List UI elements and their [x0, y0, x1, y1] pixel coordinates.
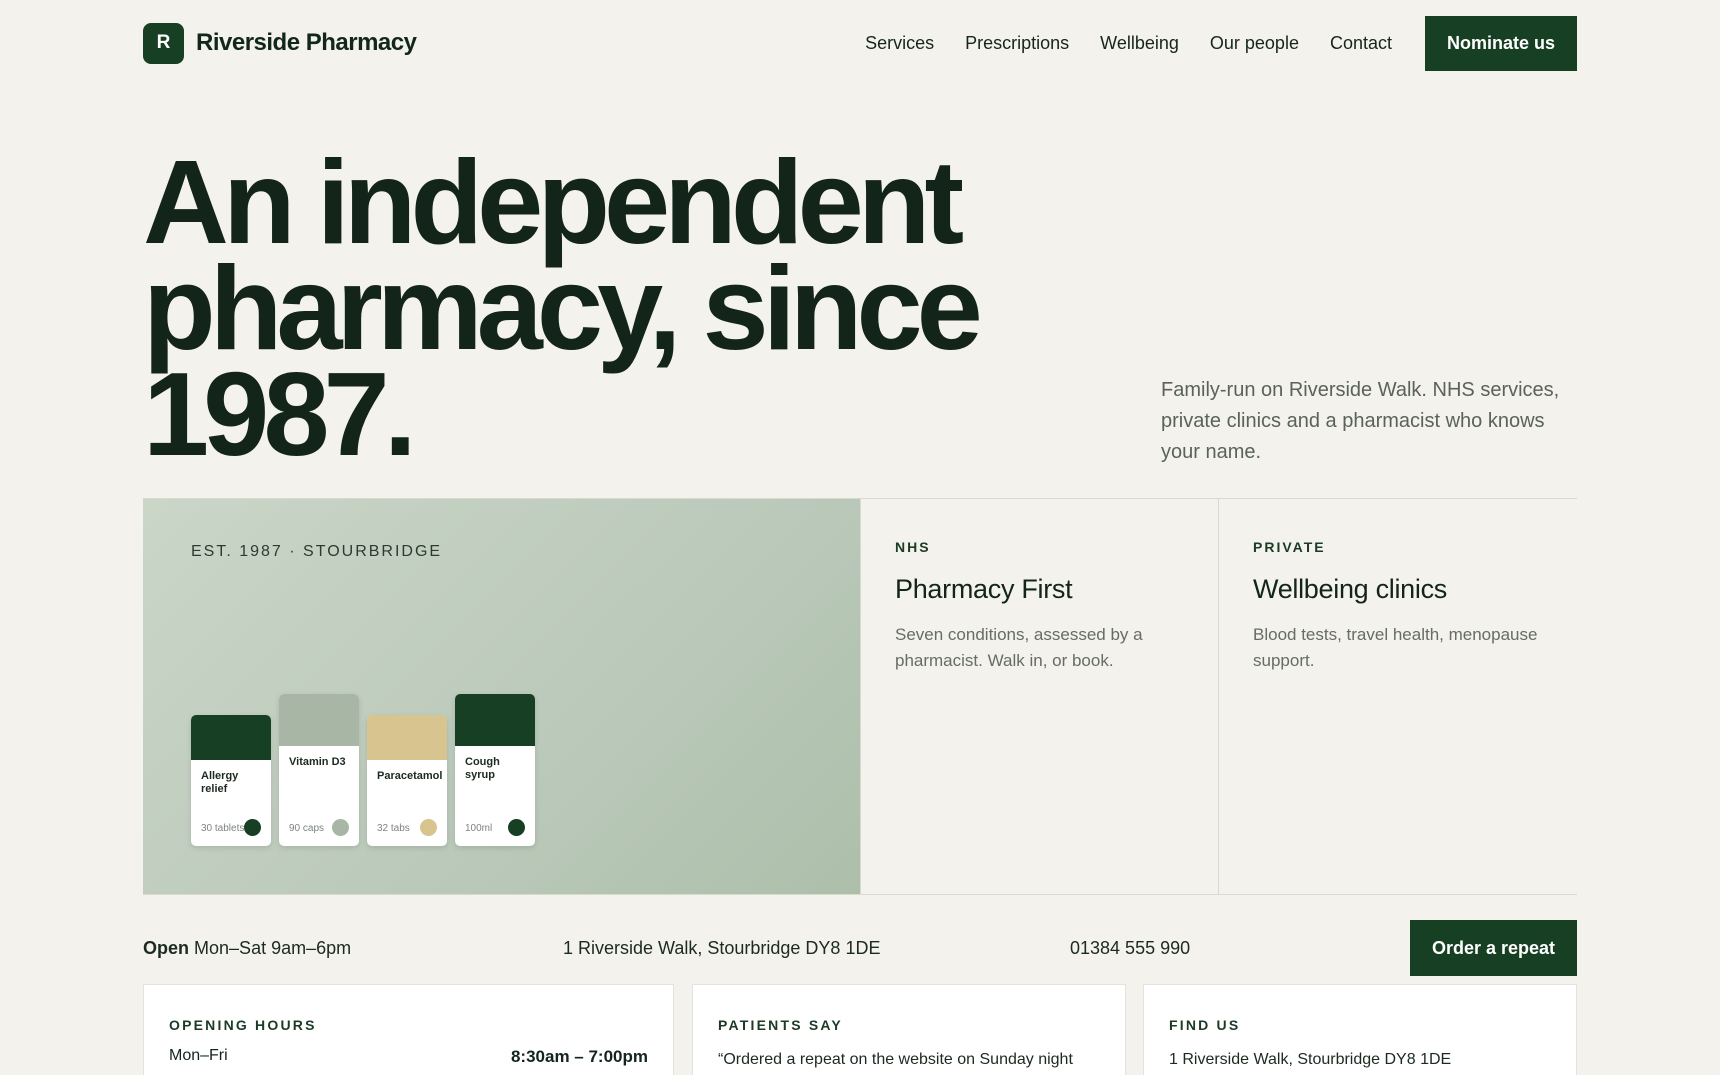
- nominate-us-button[interactable]: Nominate us: [1425, 15, 1577, 71]
- nav-link-contact[interactable]: Contact: [1330, 33, 1392, 54]
- box-name: Cough syrup: [465, 756, 500, 781]
- card-description: Blood tests, travel health, menopause su…: [1253, 625, 1538, 670]
- box-name: Paracetamol: [377, 770, 443, 782]
- patient-quote: “Ordered a repeat on the website on Sund…: [718, 1051, 1073, 1068]
- site-header: R Riverside Pharmacy Services Prescripti…: [143, 15, 1577, 71]
- box-color-band: [191, 715, 271, 760]
- card-kicker: PRIVATE: [1253, 539, 1326, 555]
- card-title: Pharmacy First: [895, 574, 1073, 604]
- box-color-band: [455, 694, 535, 746]
- hours-row: Mon–Fri 8:30am – 7:00pm: [169, 1047, 648, 1067]
- nav-link-our-people[interactable]: Our people: [1210, 33, 1299, 54]
- card-title: FIND US: [1169, 1017, 1241, 1033]
- open-hours: Mon–Sat 9am–6pm: [194, 937, 352, 958]
- box-name: Vitamin D3: [289, 756, 346, 768]
- established-label: EST. 1987 · STOURBRIDGE: [191, 543, 443, 560]
- hero-title-line-3: 1987.: [143, 348, 417, 481]
- nav-link-prescriptions[interactable]: Prescriptions: [965, 33, 1069, 54]
- find-us-address: 1 Riverside Walk, Stourbridge DY8 1DE: [1169, 1051, 1452, 1068]
- logo-mark: R: [143, 22, 184, 64]
- nav-link-services[interactable]: Services: [865, 33, 934, 54]
- box-dot-icon: [420, 819, 437, 836]
- open-label: Open: [143, 937, 190, 958]
- brand-logo[interactable]: R Riverside Pharmacy: [143, 22, 417, 64]
- card-title: PATIENTS SAY: [718, 1017, 843, 1033]
- hours-day: Mon–Fri: [169, 1047, 228, 1064]
- opening-status: Open Mon–Sat 9am–6pm: [143, 938, 351, 959]
- box-quantity: 32 tabs: [377, 823, 410, 834]
- order-repeat-button[interactable]: Order a repeat: [1410, 920, 1577, 976]
- product-box: Allergy relief 30 tablets: [191, 715, 271, 846]
- product-box: Paracetamol 32 tabs: [367, 715, 447, 846]
- nav-link-wellbeing[interactable]: Wellbeing: [1100, 33, 1179, 54]
- patients-say-card: PATIENTS SAY “Ordered a repeat on the we…: [692, 984, 1126, 1075]
- card-pharmacy-first[interactable]: NHS Pharmacy First Seven conditions, ass…: [860, 499, 1218, 894]
- box-dot-icon: [244, 819, 261, 836]
- product-box: Vitamin D3 90 caps: [279, 694, 359, 846]
- brand-name: Riverside Pharmacy: [196, 29, 417, 56]
- box-dot-icon: [332, 819, 349, 836]
- box-color-band: [279, 694, 359, 746]
- box-dot-icon: [508, 819, 525, 836]
- find-us-card: FIND US 1 Riverside Walk, Stourbridge DY…: [1143, 984, 1577, 1075]
- card-wellbeing-clinics[interactable]: PRIVATE Wellbeing clinics Blood tests, t…: [1218, 499, 1576, 894]
- address-text: 1 Riverside Walk, Stourbridge DY8 1DE: [563, 937, 881, 958]
- hours-time: 8:30am – 7:00pm: [510, 1047, 648, 1066]
- info-bar: Open Mon–Sat 9am–6pm 1 Riverside Walk, S…: [143, 920, 1577, 976]
- opening-hours-card: OPENING HOURS Mon–Fri 8:30am – 7:00pm: [143, 984, 674, 1075]
- card-title: Wellbeing clinics: [1253, 574, 1447, 604]
- card-description: Seven conditions, assessed by a pharmaci…: [895, 625, 1143, 670]
- main-nav: Services Prescriptions Wellbeing Our peo…: [834, 15, 1577, 71]
- product-box: Cough syrup 100ml: [455, 694, 535, 846]
- hero-subtitle: Family-run on Riverside Walk. NHS servic…: [1161, 379, 1560, 463]
- feature-row: EST. 1987 · STOURBRIDGE Allergy relief 3…: [143, 498, 1577, 895]
- bottom-cards: OPENING HOURS Mon–Fri 8:30am – 7:00pm PA…: [143, 984, 1577, 1075]
- box-quantity: 90 caps: [289, 823, 325, 834]
- box-quantity: 100ml: [465, 823, 493, 834]
- feature-image: EST. 1987 · STOURBRIDGE Allergy relief 3…: [143, 499, 860, 894]
- box-quantity: 30 tablets: [201, 823, 245, 834]
- hero-title: An independent pharmacy, since 1987.: [143, 143, 1043, 474]
- card-kicker: NHS: [895, 539, 931, 555]
- product-boxes: Allergy relief 30 tablets Vitamin D3 90 …: [191, 694, 535, 846]
- phone-link[interactable]: 01384 555 990: [1070, 938, 1190, 959]
- box-color-band: [367, 715, 447, 760]
- card-title: OPENING HOURS: [169, 1017, 317, 1033]
- box-name: Allergy relief: [201, 770, 239, 795]
